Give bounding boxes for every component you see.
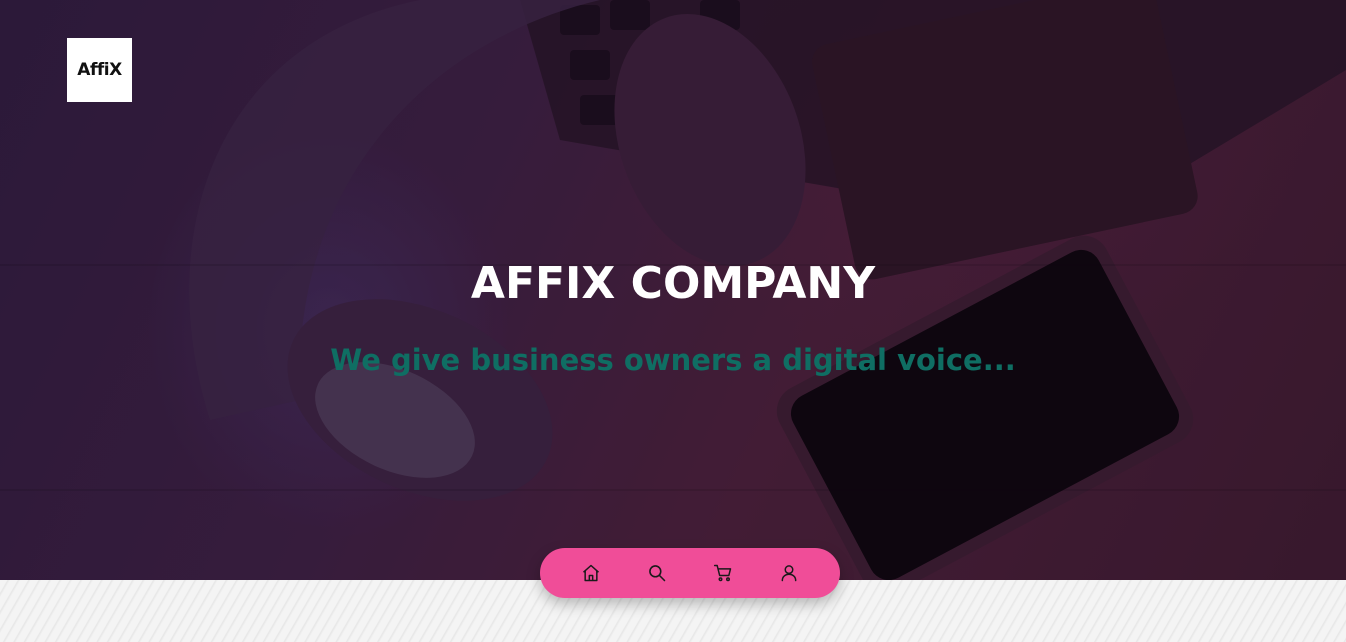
user-icon [781,565,797,582]
nav-search-button[interactable] [637,553,677,593]
nav-cart-button[interactable] [703,553,743,593]
nav-account-button[interactable] [769,553,809,593]
brand-logo-text: AffiX [77,60,122,80]
hero-subtitle: We give business owners a digital voice.… [330,343,1016,377]
search-icon [649,565,666,582]
nav-home-button[interactable] [571,553,611,593]
bottom-navigation-bar [540,548,840,598]
brand-logo[interactable]: AffiX [67,38,132,102]
hero-section: AffiX AFFIX COMPANY We give business own… [0,0,1346,580]
home-icon [583,564,599,582]
cart-icon [713,564,732,582]
hero-title: AFFIX COMPANY [470,258,876,309]
